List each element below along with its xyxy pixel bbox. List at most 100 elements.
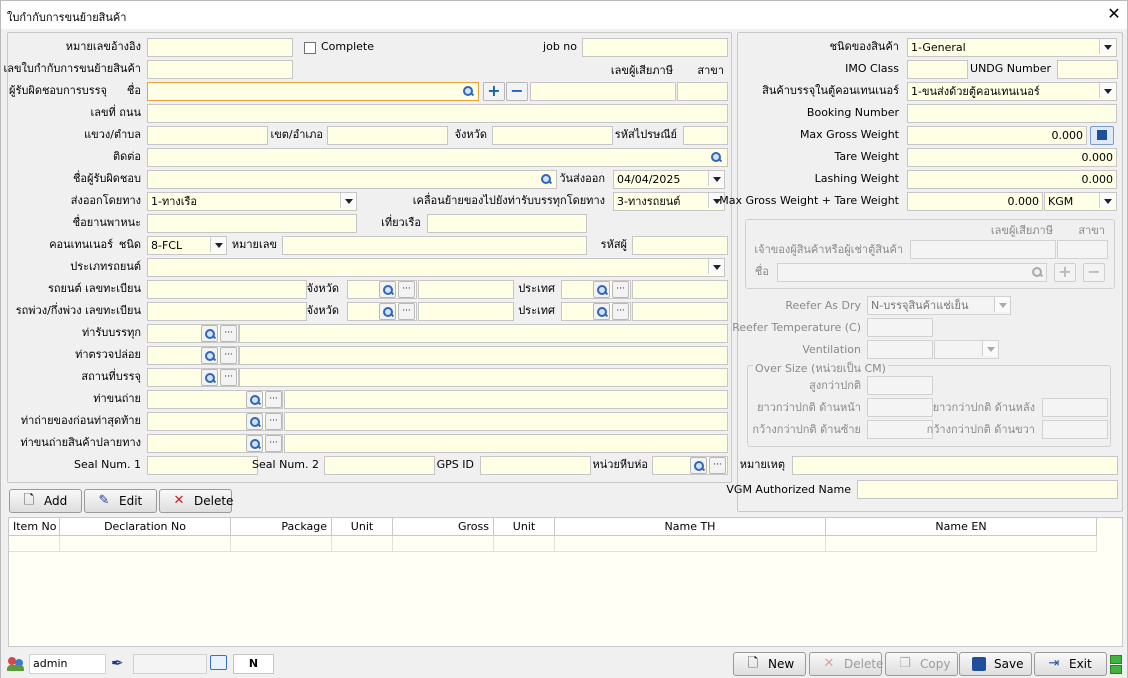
seal-field[interactable] (632, 236, 728, 255)
remark-field[interactable] (792, 456, 1118, 475)
province-field[interactable] (492, 126, 613, 145)
search-icon[interactable] (593, 281, 610, 298)
more-icon[interactable]: ··· (265, 391, 282, 408)
search-icon[interactable] (379, 303, 396, 320)
vessel-field[interactable] (147, 214, 357, 233)
responsible-name-field[interactable] (147, 82, 479, 101)
column-header[interactable]: Declaration No (60, 518, 231, 536)
column-header[interactable]: Gross (393, 518, 494, 536)
container-number-field[interactable] (282, 236, 587, 255)
tax-id-field[interactable] (530, 82, 676, 101)
table-row[interactable] (826, 536, 1097, 552)
copy-button[interactable]: ❐ Copy (885, 652, 958, 676)
close-icon[interactable]: ✕ (1105, 4, 1123, 24)
more-icon[interactable]: ··· (265, 435, 282, 452)
truck-country-name-field[interactable] (632, 280, 728, 299)
remove-icon[interactable]: − (506, 82, 528, 101)
seal1-field[interactable] (147, 456, 258, 475)
stuffing-place-name-field[interactable] (239, 368, 728, 387)
table-row[interactable] (555, 536, 826, 552)
items-grid[interactable]: Item No Declaration No Package Unit Gros… (8, 517, 1123, 647)
destination-port-name-field[interactable] (284, 434, 728, 453)
imo-field[interactable] (907, 60, 968, 79)
vgm-field[interactable] (857, 480, 1118, 499)
chevron-down-icon[interactable] (210, 237, 225, 252)
gps-field[interactable] (480, 456, 591, 475)
more-icon[interactable]: ··· (398, 303, 415, 320)
new-button[interactable]: 🗋 New (733, 652, 806, 676)
complete-checkbox[interactable] (304, 42, 316, 54)
last-unload-port-name-field[interactable] (284, 412, 728, 431)
stuffing-type-select[interactable]: 1-ขนส่งด้วยตู้คอนเทนเนอร์ (907, 82, 1117, 101)
table-row[interactable] (9, 536, 60, 552)
more-icon[interactable]: ··· (220, 347, 237, 364)
seal2-field[interactable] (324, 456, 435, 475)
table-row[interactable] (231, 536, 332, 552)
max-tare-field[interactable]: 0.000 (907, 192, 1043, 211)
trailer-plate-field[interactable] (147, 302, 307, 321)
subdistrict-field[interactable] (147, 126, 268, 145)
tare-field[interactable]: 0.000 (907, 148, 1117, 167)
edit-button[interactable]: ✎ Edit (84, 489, 157, 513)
more-icon[interactable]: ··· (612, 281, 629, 298)
calculator-icon[interactable] (1090, 126, 1114, 145)
postcode-field[interactable] (683, 126, 728, 145)
job-no-field[interactable] (582, 38, 728, 57)
add-button[interactable]: 🗋 Add (9, 489, 82, 513)
column-header[interactable]: Name TH (555, 518, 826, 536)
column-header[interactable]: Unit (332, 518, 393, 536)
date-dropdown-icon[interactable] (708, 171, 723, 186)
delete-button[interactable]: ✕ Delete (159, 489, 233, 513)
table-row[interactable] (332, 536, 393, 552)
table-row[interactable] (494, 536, 555, 552)
booking-field[interactable] (907, 104, 1117, 123)
search-icon[interactable] (379, 281, 396, 298)
column-header[interactable]: Package (231, 518, 332, 536)
table-row[interactable] (60, 536, 231, 552)
search-icon[interactable] (460, 83, 477, 100)
chevron-down-icon[interactable] (1099, 39, 1114, 54)
search-icon[interactable] (708, 149, 725, 166)
truck-province-name-field[interactable] (418, 280, 514, 299)
vehicle-type-select[interactable] (147, 258, 725, 277)
column-header[interactable]: Unit (494, 518, 555, 536)
max-gross-field[interactable]: 0.000 (907, 126, 1087, 145)
table-row[interactable] (393, 536, 494, 552)
ref-no-field[interactable] (147, 38, 293, 57)
chevron-down-icon[interactable] (1099, 193, 1114, 208)
lashing-field[interactable]: 0.000 (907, 170, 1117, 189)
transport-doc-field[interactable] (147, 60, 293, 79)
more-icon[interactable]: ··· (220, 325, 237, 342)
chevron-down-icon[interactable] (1099, 83, 1114, 98)
delete-record-button[interactable]: ✕ Delete (809, 652, 883, 676)
district-field[interactable] (327, 126, 448, 145)
add-icon[interactable]: + (483, 82, 505, 101)
search-icon[interactable] (201, 347, 218, 364)
loading-port-name-field[interactable] (239, 324, 728, 343)
more-icon[interactable]: ··· (398, 281, 415, 298)
more-icon[interactable]: ··· (265, 413, 282, 430)
search-icon[interactable] (538, 171, 555, 188)
voyage-field[interactable] (427, 214, 587, 233)
responsible-person-field[interactable] (147, 170, 557, 189)
transfer-port-name-field[interactable] (284, 390, 728, 409)
more-icon[interactable]: ··· (709, 457, 726, 474)
goods-type-select[interactable]: 1-General (907, 38, 1117, 57)
truck-plate-field[interactable] (147, 280, 307, 299)
search-icon[interactable] (246, 435, 263, 452)
chevron-down-icon[interactable] (708, 259, 723, 274)
exit-button[interactable]: ⇥ Exit (1034, 652, 1107, 676)
search-icon[interactable] (593, 303, 610, 320)
contact-field[interactable] (147, 148, 728, 167)
address-field[interactable] (147, 104, 728, 123)
search-icon[interactable] (246, 391, 263, 408)
more-icon[interactable]: ··· (612, 303, 629, 320)
branch-field[interactable] (677, 82, 728, 101)
undg-field[interactable] (1057, 60, 1118, 79)
search-icon[interactable] (246, 413, 263, 430)
trailer-country-name-field[interactable] (632, 302, 728, 321)
ship-by-select[interactable]: 1-ทางเรือ (147, 192, 357, 211)
search-icon[interactable] (201, 369, 218, 386)
trailer-province-name-field[interactable] (418, 302, 514, 321)
search-icon[interactable] (690, 457, 707, 474)
